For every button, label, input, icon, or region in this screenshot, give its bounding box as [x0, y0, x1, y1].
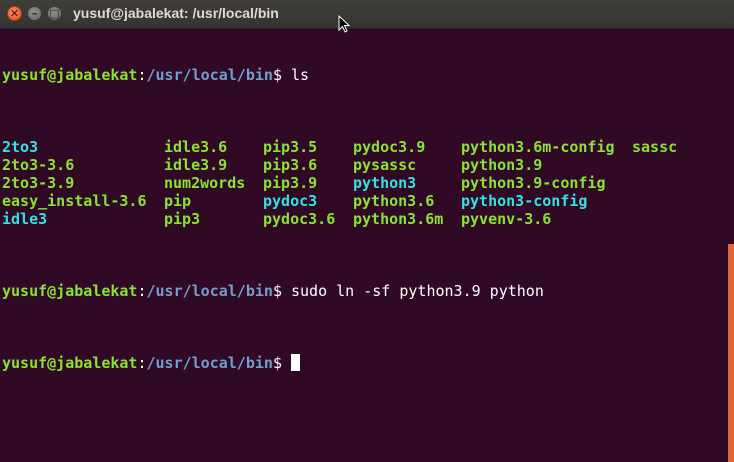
- command-text: ls: [291, 66, 310, 84]
- ls-entry: python3.6: [353, 192, 435, 210]
- ls-entry: [632, 210, 702, 228]
- ls-entry: pip3.5: [263, 138, 318, 156]
- ls-entry: num2words: [164, 174, 246, 192]
- minimize-button[interactable]: –: [27, 6, 42, 21]
- ls-entry: python3.9-config: [461, 174, 606, 192]
- maximize-button[interactable]: □: [47, 6, 62, 21]
- ls-entry: python3.9: [461, 156, 543, 174]
- title-bar[interactable]: ✕ – □ yusuf@jabalekat: /usr/local/bin: [0, 0, 734, 33]
- ls-entry: [632, 192, 702, 210]
- prompt-colon: :: [137, 282, 147, 300]
- close-button[interactable]: ✕: [7, 6, 22, 21]
- prompt-line: yusuf@jabalekat:/usr/local/bin$: [2, 354, 728, 372]
- prompt-path: /usr/local/bin: [146, 354, 273, 372]
- ls-entry: pysassc: [353, 156, 417, 174]
- prompt-colon: :: [137, 66, 147, 84]
- prompt-user-host: yusuf@jabalekat: [2, 66, 138, 84]
- ls-entry: idle3.6: [164, 138, 228, 156]
- prompt-colon: :: [137, 354, 147, 372]
- ls-entry: pydoc3: [263, 192, 318, 210]
- ls-entry: idle3: [2, 210, 48, 228]
- ls-entry: sassc: [632, 138, 678, 156]
- ls-output: 2to3 idle3.6 pip3.5 pydoc3.9 python3.6m-conf…: [2, 138, 728, 228]
- prompt-path: /usr/local/bin: [146, 282, 273, 300]
- ls-entry: pip: [164, 192, 192, 210]
- ls-entry: pip3: [164, 210, 201, 228]
- ls-entry: pip3.9: [263, 174, 318, 192]
- ls-entry: python3.6m-config: [461, 138, 615, 156]
- prompt-user-host: yusuf@jabalekat: [2, 282, 138, 300]
- ls-entry: python3: [353, 174, 417, 192]
- prompt-user-host: yusuf@jabalekat: [2, 354, 138, 372]
- ls-entry: 2to3-3.9: [2, 174, 75, 192]
- ls-entry: [632, 174, 702, 192]
- ls-entry: pyvenv-3.6: [461, 210, 552, 228]
- ls-entry: easy_install-3.6: [2, 192, 147, 210]
- ls-entry: pydoc3.6: [263, 210, 336, 228]
- ls-entry: 2to3-3.6: [2, 156, 75, 174]
- ls-entry: idle3.9: [164, 156, 228, 174]
- terminal-window: ✕ – □ yusuf@jabalekat: /usr/local/bin yu…: [0, 0, 734, 462]
- scrollbar-thumb[interactable]: [728, 244, 734, 462]
- prompt-symbol: $: [272, 66, 291, 84]
- prompt-line: yusuf@jabalekat:/usr/local/bin$ sudo ln …: [2, 282, 728, 300]
- prompt-symbol: $: [272, 354, 291, 372]
- ls-entry: pydoc3.9: [353, 138, 426, 156]
- prompt-path: /usr/local/bin: [146, 66, 273, 84]
- window-title: yusuf@jabalekat: /usr/local/bin: [73, 5, 279, 21]
- ls-entry: [632, 156, 702, 174]
- prompt-line: yusuf@jabalekat:/usr/local/bin$ ls: [2, 66, 728, 84]
- terminal-output[interactable]: yusuf@jabalekat:/usr/local/bin$ ls 2to3 i…: [0, 30, 728, 462]
- ls-entry: python3-config: [461, 192, 588, 210]
- ls-entry: python3.6m: [353, 210, 444, 228]
- scrollbar[interactable]: [728, 30, 734, 462]
- ls-entry: pip3.6: [263, 156, 318, 174]
- text-cursor: [291, 354, 300, 371]
- prompt-symbol: $: [272, 282, 291, 300]
- ls-entry: 2to3: [2, 138, 39, 156]
- command-text: sudo ln -sf python3.9 python: [291, 282, 544, 300]
